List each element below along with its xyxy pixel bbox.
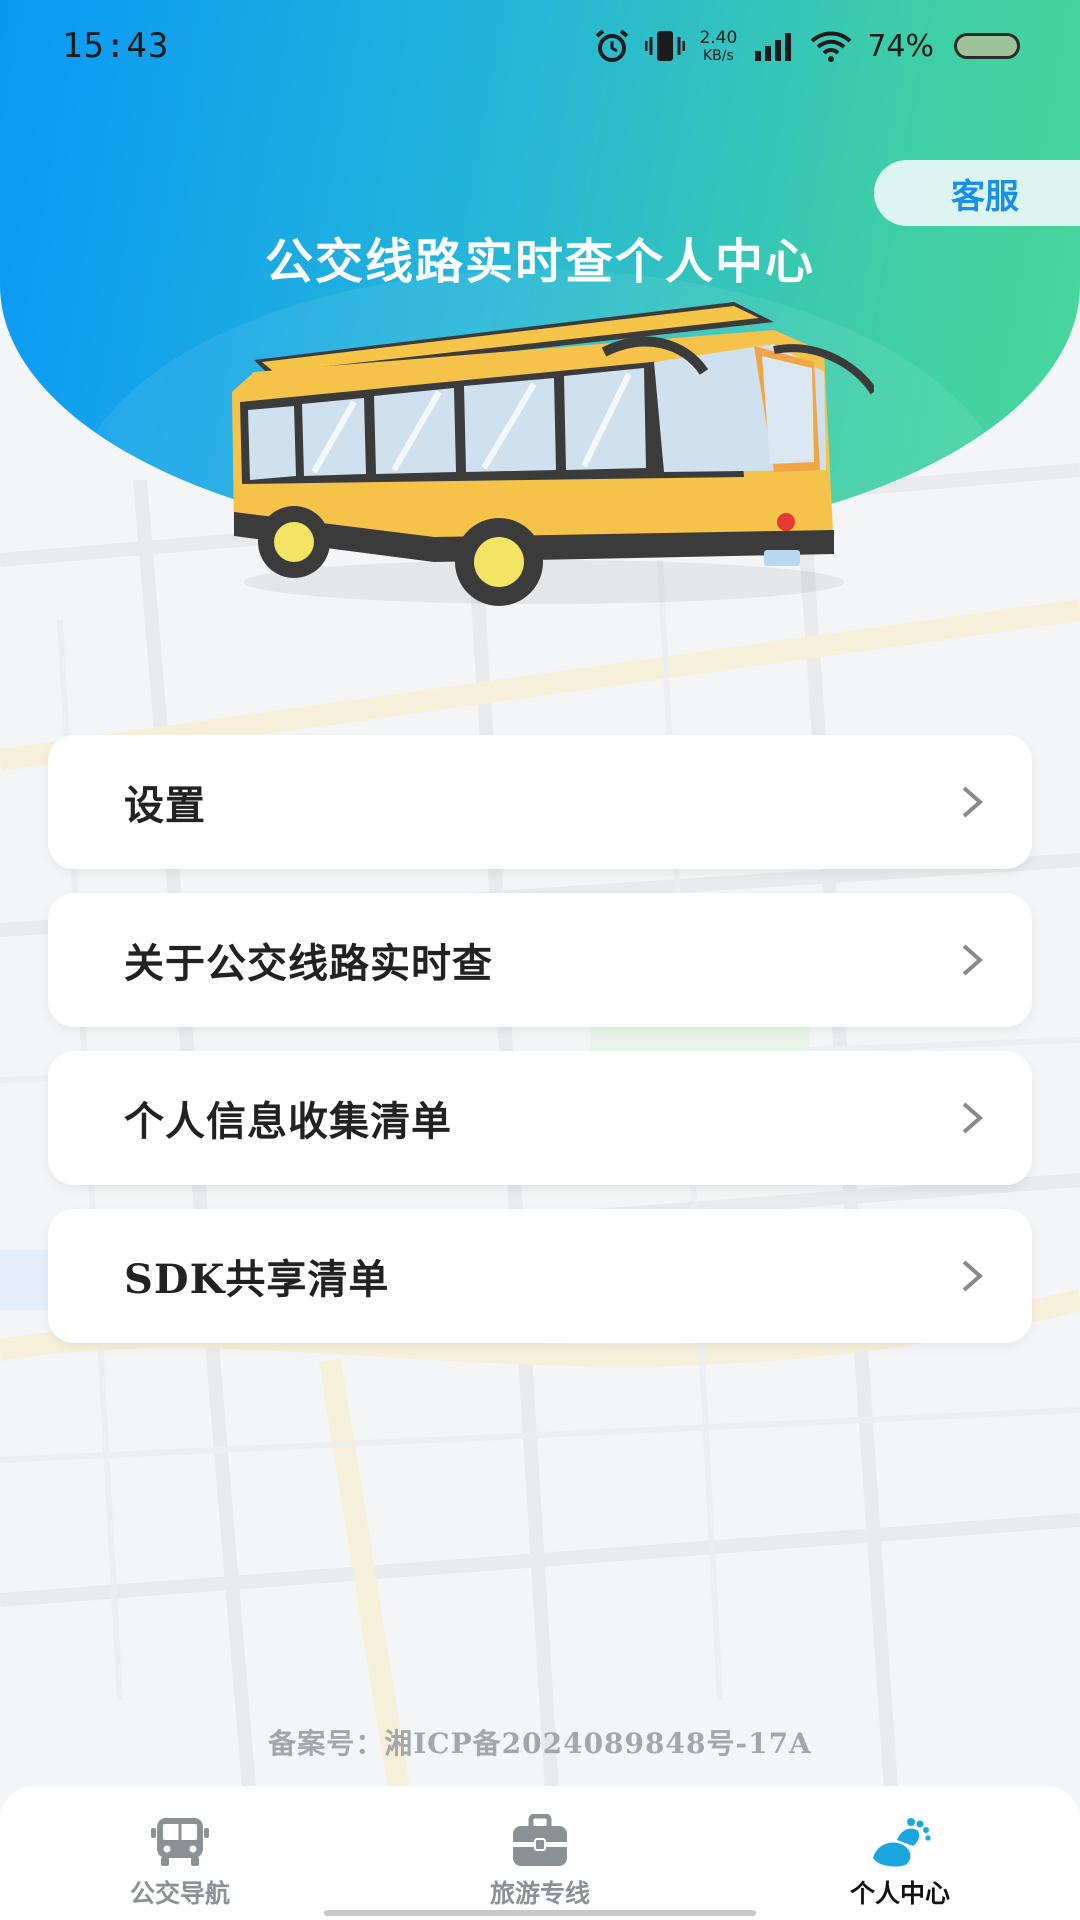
network-speed-unit: KB/s — [702, 47, 734, 64]
home-indicator[interactable] — [324, 1910, 756, 1916]
customer-service-button[interactable]: 客服 — [874, 160, 1080, 226]
nav-label: 旅游专线 — [489, 1879, 590, 1908]
menu-item-sdk-sharing-list[interactable]: SDK共享清单 — [48, 1209, 1032, 1343]
menu-item-about[interactable]: 关于公交线路实时查 — [48, 893, 1032, 1027]
menu-item-label: 设置 — [124, 782, 206, 829]
nav-personal-center[interactable]: 个人中心 — [750, 1814, 1050, 1910]
menu-item-personal-info-list[interactable]: 个人信息收集清单 — [48, 1051, 1032, 1185]
wifi-icon — [810, 31, 852, 62]
menu-item-label: 个人信息收集清单 — [124, 1098, 452, 1145]
nav-tourism-line[interactable]: 旅游专线 — [390, 1814, 690, 1910]
battery-icon — [954, 33, 1020, 59]
icp-filing-number: 备案号：湘ICP备2024089848号-17A — [268, 1727, 812, 1760]
menu-item-label: SDK共享清单 — [124, 1256, 390, 1303]
signal-5g-icon — [755, 33, 792, 61]
page-title: 公交线路实时查个人中心 — [264, 234, 815, 290]
menu-item-settings[interactable]: 设置 — [48, 735, 1032, 869]
bottom-navigation: 公交导航 旅游专线 个人中心 — [0, 1786, 1080, 1920]
alarm-icon — [596, 29, 629, 62]
status-bar: 15:43 2.40 KB/s 74% — [0, 0, 1080, 92]
network-speed: 2.40 KB/s — [699, 27, 738, 64]
chevron-right-icon — [962, 944, 984, 976]
nav-bus-navigation[interactable]: 公交导航 — [30, 1814, 330, 1910]
bus-illustration — [232, 302, 874, 606]
chevron-right-icon — [962, 1102, 984, 1134]
bus-icon — [151, 1818, 209, 1866]
chevron-right-icon — [962, 1260, 984, 1292]
suitcase-icon — [513, 1814, 567, 1866]
profile-page: 15:43 2.40 KB/s 74% 客服 公交线路实时查个人中心 设置 关于… — [0, 0, 1080, 1920]
menu-item-label: 关于公交线路实时查 — [124, 940, 493, 987]
network-speed-value: 2.40 — [699, 27, 738, 48]
battery-percent: 74% — [867, 28, 934, 64]
vibrate-icon — [645, 31, 686, 61]
nav-label: 个人中心 — [849, 1879, 950, 1908]
nav-label: 公交导航 — [129, 1879, 230, 1908]
menu-list: 设置 关于公交线路实时查 个人信息收集清单 SDK共享清单 — [48, 735, 1032, 1367]
chevron-right-icon — [962, 786, 984, 818]
footprint-icon — [873, 1818, 931, 1867]
status-time: 15:43 — [62, 26, 170, 66]
status-icons: 2.40 KB/s 74% — [593, 27, 1020, 65]
